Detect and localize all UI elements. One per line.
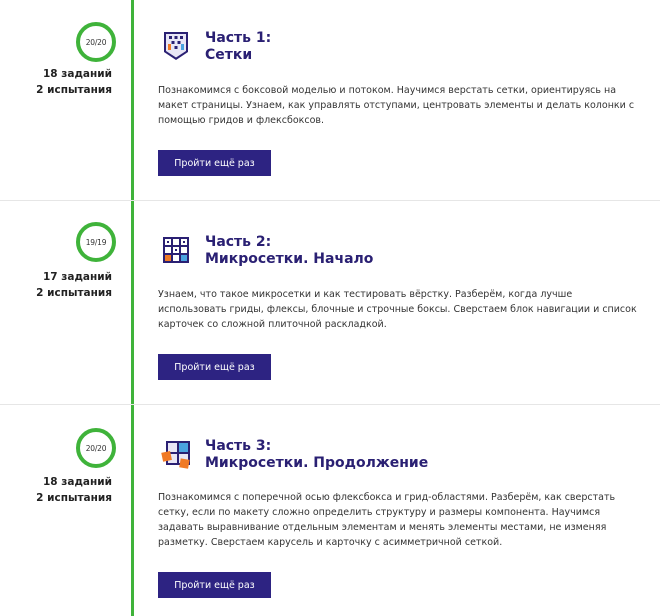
- chapter-title: Часть 1: Сетки: [205, 30, 271, 64]
- tasks-count: 18 заданий: [43, 68, 112, 80]
- chapter-stats: 18 заданий 2 испытания: [36, 66, 112, 98]
- chapter-description: Узнаем, что такое микросетки и как тести…: [158, 289, 637, 330]
- section-divider: [0, 404, 660, 405]
- progress-ring: 19/19: [76, 222, 116, 262]
- chapter-name: Микросетки. Продолжение: [205, 455, 429, 471]
- progress-count: 20/20: [85, 443, 107, 453]
- chapter-title: Часть 3: Микросетки. Продолжение: [205, 438, 428, 472]
- trials-count: 2 испытания: [36, 492, 112, 504]
- tasks-count: 18 заданий: [43, 476, 112, 488]
- progress-ring: 20/20: [76, 22, 116, 62]
- trials-count: 2 испытания: [36, 84, 112, 96]
- progress-count: 20/20: [85, 37, 107, 47]
- progress-count: 19/19: [85, 237, 107, 247]
- puzzle-grid-icon: [160, 438, 192, 470]
- chapter-stats: 17 заданий 2 испытания: [36, 269, 112, 301]
- retry-button[interactable]: Пройти ещё раз: [158, 150, 271, 176]
- numbered-grid-icon: [160, 234, 192, 266]
- progress-ring: 20/20: [76, 428, 116, 468]
- trials-count: 2 испытания: [36, 287, 112, 299]
- chapter-name: Сетки: [205, 47, 253, 63]
- timeline-line: [131, 0, 134, 616]
- chapter-name: Микросетки. Начало: [205, 251, 374, 267]
- chapter-stats: 18 заданий 2 испытания: [36, 474, 112, 506]
- chapter-title: Часть 2: Микросетки. Начало: [205, 234, 373, 268]
- retry-button[interactable]: Пройти ещё раз: [158, 572, 271, 598]
- chapter-number: Часть 3:: [205, 438, 272, 454]
- chapter-description: Познакомимся с боксовой моделью и потоко…: [158, 85, 635, 126]
- chapter-description: Познакомимся с поперечной осью флексбокс…: [158, 492, 616, 548]
- course-chapters-page: 20/20 18 заданий 2 испытания Часть 1: Се…: [0, 0, 660, 616]
- chapter-number: Часть 2:: [205, 234, 272, 250]
- retry-button[interactable]: Пройти ещё раз: [158, 354, 271, 380]
- grid-chip-icon: [160, 30, 192, 62]
- chapter-number: Часть 1:: [205, 30, 272, 46]
- section-divider: [0, 200, 660, 201]
- tasks-count: 17 заданий: [43, 271, 112, 283]
